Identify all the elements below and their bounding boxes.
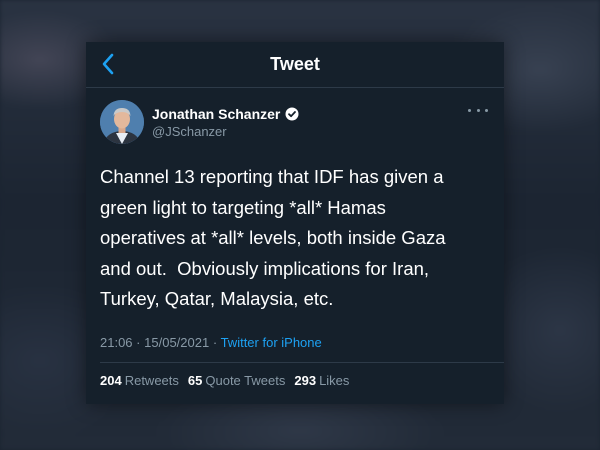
tweet-stats: 204 Retweets 65 Quote Tweets 293 Likes bbox=[100, 373, 349, 388]
more-options-button[interactable] bbox=[468, 104, 488, 116]
top-bar: Tweet bbox=[86, 42, 504, 88]
tweet-text-line: green light to targeting *all* Hamas bbox=[100, 196, 386, 218]
tweet-text-line: Turkey, Qatar, Malaysia, etc. bbox=[100, 288, 334, 309]
meta-separator: · bbox=[212, 335, 218, 350]
tweet-detail-card: Tweet Jonathan Schanzer @JSchanzer Chann… bbox=[86, 42, 504, 404]
quote-tweets-stat[interactable]: 65 Quote Tweets bbox=[188, 373, 285, 388]
retweets-stat[interactable]: 204 Retweets bbox=[100, 373, 179, 388]
avatar[interactable] bbox=[100, 100, 144, 144]
author-handle[interactable]: @JSchanzer bbox=[152, 124, 227, 139]
page-title: Tweet bbox=[270, 54, 320, 74]
tweet-text: Channel 13 reporting that IDF has given … bbox=[100, 162, 495, 315]
tweet-date[interactable]: 15/05/2021 bbox=[144, 335, 209, 350]
tweet-author: Jonathan Schanzer @JSchanzer bbox=[100, 98, 490, 148]
tweet-meta: 21:06 · 15/05/2021 · Twitter for iPhone bbox=[100, 335, 322, 350]
likes-count: 293 bbox=[294, 373, 317, 388]
tweet-text-line: and out. Obviously implications for Iran… bbox=[100, 257, 430, 279]
retweets-label: Retweets bbox=[124, 373, 179, 388]
meta-separator: · bbox=[136, 335, 141, 350]
name-row: Jonathan Schanzer bbox=[152, 106, 299, 122]
tweet-text-line: operatives at *all* levels, both inside … bbox=[100, 227, 446, 248]
quote-tweets-label: Quote Tweets bbox=[205, 373, 286, 388]
likes-stat[interactable]: 293 Likes bbox=[294, 373, 349, 388]
retweets-count: 204 bbox=[100, 373, 122, 388]
more-horizontal-icon bbox=[468, 108, 471, 112]
quote-tweets-count: 65 bbox=[187, 373, 203, 388]
author-name[interactable]: Jonathan Schanzer bbox=[152, 106, 280, 122]
divider bbox=[100, 362, 504, 363]
verified-badge-icon bbox=[285, 107, 299, 121]
avatar-image bbox=[100, 100, 144, 144]
tweet-text-line: Channel 13 reporting that IDF has given … bbox=[100, 166, 444, 187]
likes-label: Likes bbox=[319, 373, 350, 388]
tweet-time[interactable]: 21:06 bbox=[100, 335, 133, 350]
tweet-source-link[interactable]: Twitter for iPhone bbox=[221, 335, 322, 350]
